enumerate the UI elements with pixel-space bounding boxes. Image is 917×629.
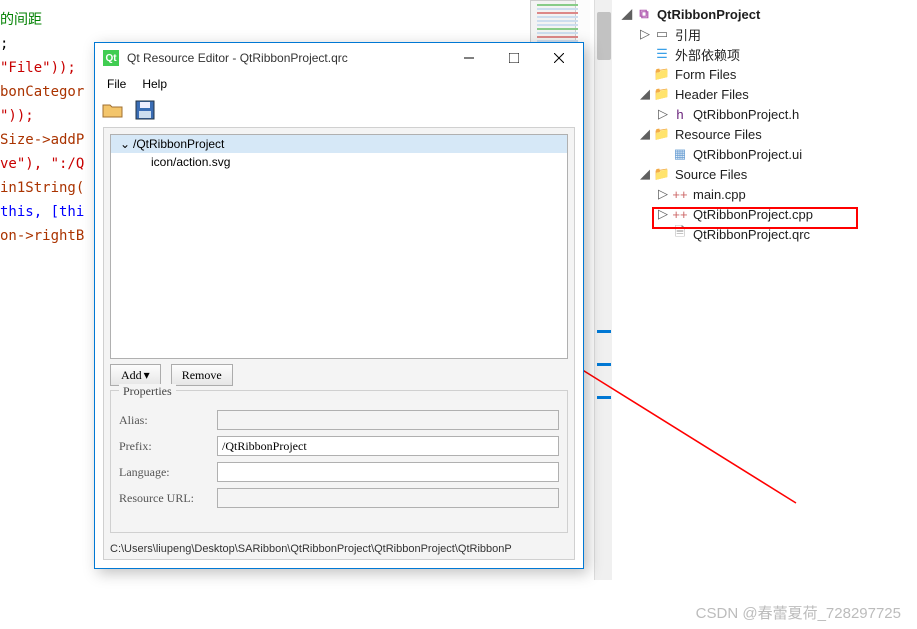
references-icon: ▭ bbox=[653, 26, 671, 42]
node-label: Source Files bbox=[675, 167, 747, 182]
language-input[interactable] bbox=[217, 462, 559, 482]
resource-files-node[interactable]: ◢ 📁 Resource Files bbox=[619, 124, 911, 144]
properties-group: Properties Alias: Prefix: Language: Reso… bbox=[110, 390, 568, 533]
file-label: QtRibbonProject.ui bbox=[693, 147, 802, 162]
node-label: 引用 bbox=[675, 25, 701, 44]
menubar: File Help bbox=[95, 73, 583, 95]
form-files-node[interactable]: 📁 Form Files bbox=[619, 64, 911, 84]
resource-url-input bbox=[217, 488, 559, 508]
external-deps-icon: ☰ bbox=[653, 46, 671, 62]
references-node[interactable]: ▷ ▭ 引用 bbox=[619, 24, 911, 44]
qt-resource-editor-dialog: Qt Qt Resource Editor - QtRibbonProject.… bbox=[94, 42, 584, 569]
alias-input bbox=[217, 410, 559, 430]
node-label: Resource Files bbox=[675, 127, 762, 142]
folder-icon: 📁 bbox=[653, 166, 671, 182]
expand-icon[interactable]: ▷ bbox=[655, 186, 671, 202]
menu-file[interactable]: File bbox=[99, 75, 134, 93]
statusbar-path: C:\Users\liupeng\Desktop\SARibbon\QtRibb… bbox=[110, 543, 568, 555]
cpp-file-item[interactable]: ▷ ++ main.cpp bbox=[619, 184, 911, 204]
annotation-highlight bbox=[652, 207, 858, 229]
properties-legend: Properties bbox=[119, 384, 176, 399]
external-deps-node[interactable]: ☰ 外部依赖项 bbox=[619, 44, 911, 64]
folder-icon: 📁 bbox=[653, 126, 671, 142]
node-label: Header Files bbox=[675, 87, 749, 102]
save-button[interactable] bbox=[131, 97, 159, 123]
file-label: main.cpp bbox=[693, 187, 746, 202]
add-button[interactable]: Add ▾ bbox=[110, 364, 161, 386]
prefix-label: Prefix: bbox=[119, 439, 209, 454]
button-label: Remove bbox=[182, 368, 222, 383]
resource-url-label: Resource URL: bbox=[119, 491, 209, 506]
window-title: Qt Resource Editor - QtRibbonProject.qrc bbox=[127, 51, 446, 65]
collapse-icon[interactable]: ⌄ bbox=[117, 137, 133, 151]
toolbar bbox=[95, 95, 583, 125]
ui-file-icon: ▦ bbox=[671, 146, 689, 162]
node-label: Form Files bbox=[675, 67, 736, 82]
ui-file-item[interactable]: ▦ QtRibbonProject.ui bbox=[619, 144, 911, 164]
node-label: /QtRibbonProject bbox=[133, 137, 224, 151]
alias-label: Alias: bbox=[119, 413, 209, 428]
resource-prefix-node[interactable]: ⌄ /QtRibbonProject bbox=[111, 135, 567, 153]
editor-scrollbar[interactable] bbox=[594, 0, 612, 580]
folder-icon: 📁 bbox=[653, 86, 671, 102]
watermark: CSDN @春蕾夏荷_728297725 bbox=[696, 602, 901, 623]
expand-icon[interactable]: ◢ bbox=[637, 166, 653, 182]
expand-icon[interactable]: ◢ bbox=[637, 126, 653, 142]
h-file-icon: h bbox=[671, 107, 689, 122]
maximize-button[interactable] bbox=[491, 44, 536, 72]
minimize-button[interactable] bbox=[446, 44, 491, 72]
expand-icon[interactable]: ◢ bbox=[619, 6, 635, 22]
close-button[interactable] bbox=[536, 44, 581, 72]
resource-tree[interactable]: ⌄ /QtRibbonProject icon/action.svg bbox=[110, 134, 568, 359]
file-label: QtRibbonProject.h bbox=[693, 107, 799, 122]
button-label: Add bbox=[121, 368, 142, 383]
expand-icon[interactable]: ◢ bbox=[637, 86, 653, 102]
prefix-input[interactable] bbox=[217, 436, 559, 456]
node-label: QtRibbonProject bbox=[657, 7, 760, 22]
remove-button[interactable]: Remove bbox=[171, 364, 233, 386]
file-label: icon/action.svg bbox=[151, 155, 230, 169]
header-files-node[interactable]: ◢ 📁 Header Files bbox=[619, 84, 911, 104]
folder-icon: 📁 bbox=[653, 66, 671, 82]
language-label: Language: bbox=[119, 465, 209, 480]
cpp-file-icon: ++ bbox=[671, 187, 689, 202]
solution-explorer: ◢ ⧉ QtRibbonProject ▷ ▭ 引用 ☰ 外部依赖项 📁 For… bbox=[613, 0, 917, 605]
project-icon: ⧉ bbox=[635, 6, 653, 22]
node-label: 外部依赖项 bbox=[675, 45, 740, 64]
resource-file-item[interactable]: icon/action.svg bbox=[111, 153, 567, 171]
header-file-item[interactable]: ▷ h QtRibbonProject.h bbox=[619, 104, 911, 124]
open-folder-button[interactable] bbox=[99, 97, 127, 123]
menu-help[interactable]: Help bbox=[134, 75, 175, 93]
scrollbar-thumb[interactable] bbox=[597, 12, 611, 60]
dropdown-icon: ▾ bbox=[144, 368, 150, 383]
expand-icon[interactable]: ▷ bbox=[655, 106, 671, 122]
expand-icon[interactable]: ▷ bbox=[637, 26, 653, 42]
qt-icon: Qt bbox=[103, 50, 119, 66]
dialog-body: ⌄ /QtRibbonProject icon/action.svg Add ▾… bbox=[103, 127, 575, 560]
titlebar[interactable]: Qt Qt Resource Editor - QtRibbonProject.… bbox=[95, 43, 583, 73]
project-root-node[interactable]: ◢ ⧉ QtRibbonProject bbox=[619, 4, 911, 24]
source-files-node[interactable]: ◢ 📁 Source Files bbox=[619, 164, 911, 184]
